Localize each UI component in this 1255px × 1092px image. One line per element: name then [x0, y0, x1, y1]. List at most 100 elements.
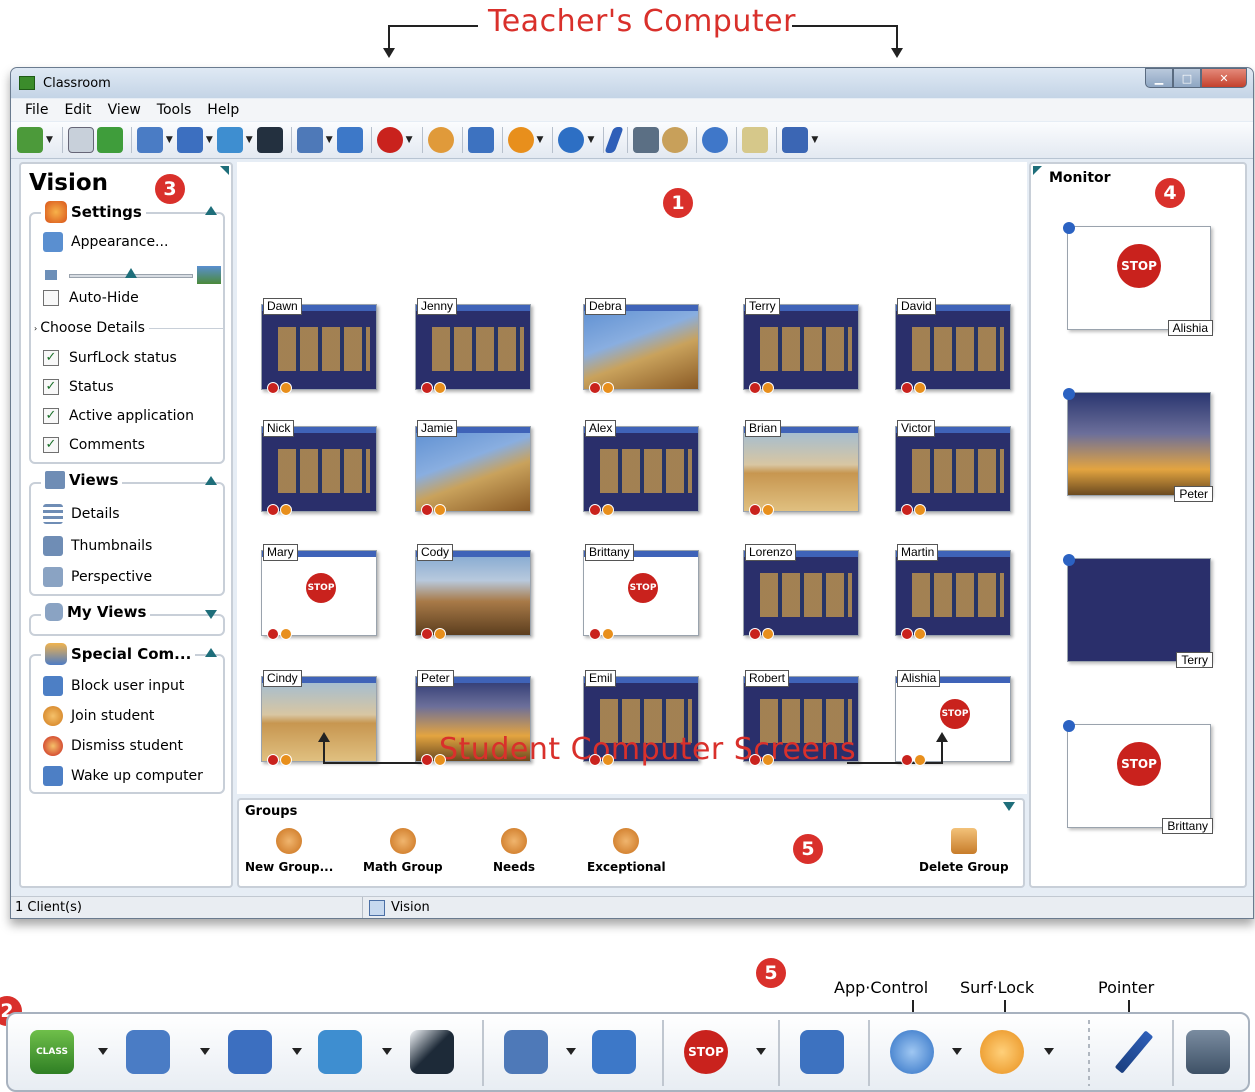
- myviews-header[interactable]: My Views: [41, 603, 151, 621]
- chevron-down-icon[interactable]: [1044, 1048, 1054, 1055]
- power-icon[interactable]: [96, 127, 123, 153]
- stop-icon[interactable]: [376, 127, 403, 153]
- student-thumbnail[interactable]: Nick: [261, 420, 381, 516]
- view-details[interactable]: Details: [43, 504, 120, 524]
- checkbox-checked[interactable]: ✓: [43, 350, 59, 366]
- grid-view-icon[interactable]: [126, 1030, 170, 1074]
- new-group-button[interactable]: New Group...: [245, 828, 333, 874]
- class-icon[interactable]: [17, 127, 43, 153]
- menu-view[interactable]: View: [108, 102, 141, 118]
- checkbox-checked[interactable]: ✓: [43, 408, 59, 424]
- thumbnail-size-slider[interactable]: [45, 266, 221, 284]
- student-thumbnail[interactable]: Jenny: [415, 298, 535, 394]
- close-icon[interactable]: ✕: [1201, 68, 1247, 88]
- chevron-down-icon[interactable]: ▼: [46, 135, 53, 145]
- share-screen-icon[interactable]: [318, 1030, 362, 1074]
- help-user-icon[interactable]: [427, 127, 454, 153]
- collapse-icon[interactable]: [205, 206, 217, 215]
- blank-screen-icon[interactable]: [256, 127, 283, 153]
- chevron-down-icon[interactable]: ▼: [537, 135, 544, 145]
- monitor-expand-icon[interactable]: [1033, 166, 1042, 175]
- chevron-down-icon[interactable]: ▼: [206, 135, 213, 145]
- checkbox-unchecked[interactable]: [43, 290, 59, 306]
- student-thumbnail[interactable]: Jamie: [415, 420, 535, 516]
- chevron-down-icon[interactable]: ▼: [406, 135, 413, 145]
- student-thumbnail[interactable]: STOP Mary: [261, 544, 381, 640]
- tiles-icon[interactable]: [336, 127, 363, 153]
- camera-icon[interactable]: [1186, 1030, 1230, 1074]
- grid-view-icon[interactable]: [136, 127, 163, 153]
- close-monitor-icon[interactable]: [1063, 554, 1075, 566]
- student-thumbnail[interactable]: David: [895, 298, 1015, 394]
- monitor-thumb-brittany[interactable]: STOP Brittany: [1063, 720, 1213, 834]
- close-monitor-icon[interactable]: [1063, 388, 1075, 400]
- logoff-icon[interactable]: [467, 127, 494, 153]
- chevron-down-icon[interactable]: ▼: [811, 135, 818, 145]
- surflock-status-checkbox[interactable]: ✓ SurfLock status: [43, 350, 177, 366]
- chat-icon[interactable]: [702, 127, 729, 153]
- binoculars-icon[interactable]: [296, 127, 323, 153]
- chevron-down-icon[interactable]: ▼: [587, 135, 594, 145]
- blank-screen-icon[interactable]: [410, 1030, 454, 1074]
- checkbox-checked[interactable]: ✓: [43, 379, 59, 395]
- wake-up-computer-button[interactable]: Wake up computer: [43, 766, 203, 786]
- chevron-down-icon[interactable]: [200, 1048, 210, 1055]
- appearance-button[interactable]: Appearance...: [43, 232, 168, 252]
- collapse-icon[interactable]: [205, 476, 217, 485]
- menu-help[interactable]: Help: [207, 102, 239, 118]
- menu-edit[interactable]: Edit: [64, 102, 91, 118]
- view-perspective[interactable]: Perspective: [43, 567, 152, 587]
- student-thumbnail[interactable]: Alex: [583, 420, 703, 516]
- tiles-icon[interactable]: [592, 1030, 636, 1074]
- view-thumbnails[interactable]: Thumbnails: [43, 536, 152, 556]
- class-icon[interactable]: CLASS: [30, 1030, 74, 1074]
- layout-icon[interactable]: [782, 127, 809, 153]
- pointer-icon[interactable]: [1112, 1030, 1156, 1074]
- binoculars-icon[interactable]: [504, 1030, 548, 1074]
- surflock-icon[interactable]: [507, 127, 534, 153]
- views-header[interactable]: Views: [41, 471, 123, 489]
- chevron-down-icon[interactable]: [952, 1048, 962, 1055]
- slider-handle[interactable]: [125, 268, 137, 278]
- dismiss-student-button[interactable]: Dismiss student: [43, 736, 183, 756]
- student-thumbnail[interactable]: Victor: [895, 420, 1015, 516]
- menu-tools[interactable]: Tools: [157, 102, 192, 118]
- chevron-down-icon[interactable]: [566, 1048, 576, 1055]
- minimize-icon[interactable]: ▁: [1145, 68, 1173, 88]
- student-thumbnail[interactable]: Martin: [895, 544, 1015, 640]
- share-screen-icon[interactable]: [216, 127, 243, 153]
- monitor-icon[interactable]: [228, 1030, 272, 1074]
- student-thumbnail[interactable]: Brian: [743, 420, 863, 516]
- chart-icon[interactable]: [67, 127, 94, 153]
- comments-checkbox[interactable]: ✓ Comments: [43, 437, 145, 453]
- chevron-down-icon[interactable]: ▼: [326, 135, 333, 145]
- student-thumbnail[interactable]: Terry: [743, 298, 863, 394]
- delete-group-button[interactable]: Delete Group: [919, 828, 1009, 874]
- expand-icon[interactable]: [205, 610, 217, 619]
- student-thumbnail[interactable]: Lorenzo: [743, 544, 863, 640]
- chevron-down-icon[interactable]: [382, 1048, 392, 1055]
- menu-file[interactable]: File: [25, 102, 48, 118]
- maximize-icon[interactable]: □: [1173, 68, 1201, 88]
- groups-collapse-icon[interactable]: [1003, 802, 1015, 811]
- surflock-icon[interactable]: [980, 1030, 1024, 1074]
- student-thumbnail[interactable]: Cody: [415, 544, 535, 640]
- active-application-checkbox[interactable]: ✓ Active application: [43, 408, 194, 424]
- student-thumbnail[interactable]: Debra: [583, 298, 703, 394]
- app-control-icon[interactable]: [890, 1030, 934, 1074]
- monitor-icon[interactable]: [176, 127, 203, 153]
- app-control-icon[interactable]: [558, 127, 585, 153]
- notes-icon[interactable]: [742, 127, 769, 153]
- needs-group-button[interactable]: Needs: [493, 828, 535, 874]
- chevron-down-icon[interactable]: ▼: [246, 135, 253, 145]
- chevron-down-icon[interactable]: [292, 1048, 302, 1055]
- collapse-icon[interactable]: [205, 648, 217, 657]
- monitor-thumb-peter[interactable]: Peter: [1063, 388, 1213, 502]
- stop-icon[interactable]: STOP: [684, 1030, 728, 1074]
- camera-icon[interactable]: [633, 127, 660, 153]
- special-commands-header[interactable]: Special Com...: [41, 643, 196, 665]
- checkbox-checked[interactable]: ✓: [43, 437, 59, 453]
- monitor-thumb-terry[interactable]: Terry: [1063, 554, 1213, 668]
- close-monitor-icon[interactable]: [1063, 720, 1075, 732]
- chevron-down-icon[interactable]: [98, 1048, 108, 1055]
